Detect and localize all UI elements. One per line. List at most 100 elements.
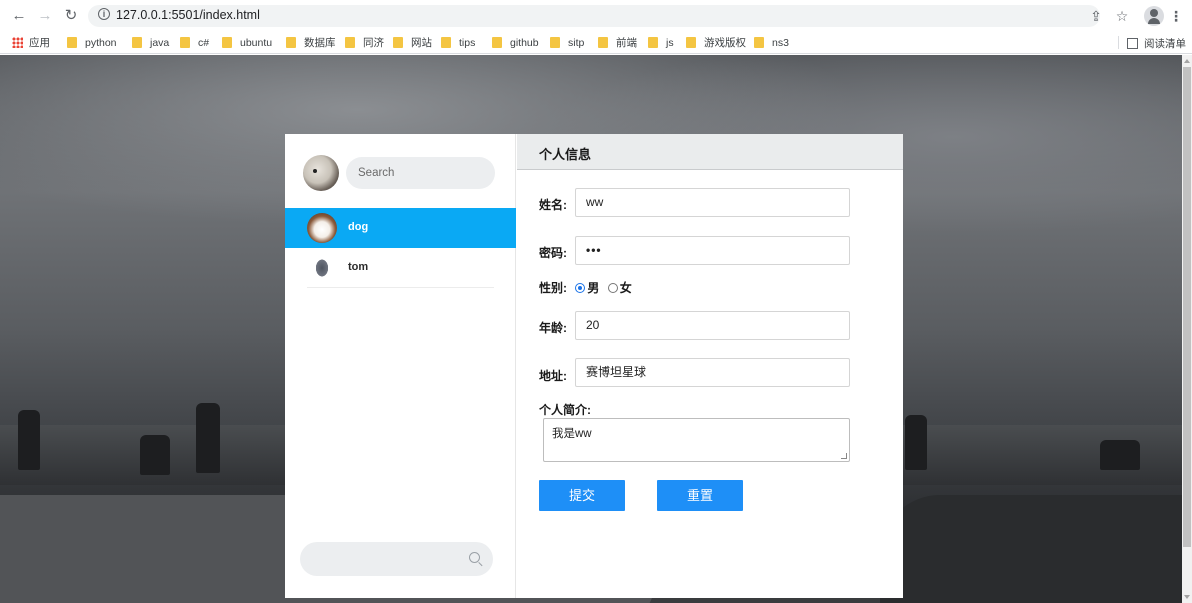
bookmark-item[interactable]: tips — [441, 36, 475, 50]
bookmark-item[interactable]: github — [492, 36, 539, 50]
age-label: 年龄: — [539, 321, 567, 335]
forward-arrow-icon[interactable]: → — [36, 7, 54, 25]
url-text[interactable]: 127.0.0.1:5501/index.html — [116, 8, 260, 22]
scroll-up-icon[interactable] — [1184, 59, 1190, 63]
address-field[interactable]: 赛博坦星球 — [575, 358, 850, 387]
background-person — [1100, 440, 1140, 470]
bookmark-item[interactable]: python — [67, 36, 117, 50]
menu-kebab-icon[interactable]: ⋮ — [1166, 6, 1186, 26]
folder-icon — [598, 37, 608, 48]
profile-header: 个人信息 — [517, 134, 903, 170]
folder-icon — [686, 37, 696, 48]
bookmark-item[interactable]: ns3 — [754, 36, 789, 50]
bookmark-item[interactable]: 游戏版权 — [686, 36, 746, 50]
bookmark-label: 前端 — [616, 37, 637, 49]
background-person — [140, 435, 170, 475]
gender-label: 性别: — [539, 281, 567, 295]
bookmark-label: ubuntu — [240, 37, 273, 49]
radio-female-label[interactable]: 女 — [620, 281, 632, 295]
bookmark-item[interactable]: 前端 — [598, 36, 637, 50]
gender-row: 性别: 男 女 — [539, 280, 632, 296]
bookmark-item[interactable]: js — [648, 36, 674, 50]
apps-grid-icon — [12, 37, 23, 48]
folder-icon — [345, 37, 355, 48]
bookmark-label: js — [666, 37, 674, 49]
scrollbar-thumb[interactable] — [1183, 67, 1191, 547]
contact-name: tom — [348, 261, 369, 273]
background-ground-right — [880, 495, 1192, 603]
browser-toolbar: ← → ↻ i 127.0.0.1:5501/index.html ⇪ ☆ ⋮ — [0, 0, 1192, 32]
folder-icon — [132, 37, 142, 48]
bookmark-item[interactable]: c# — [180, 36, 209, 50]
folder-icon — [648, 37, 658, 48]
resize-grip-icon[interactable] — [841, 453, 847, 459]
user-avatar[interactable] — [303, 155, 339, 191]
bookmark-label: sitp — [568, 37, 585, 49]
submit-button[interactable]: 提交 — [539, 480, 625, 511]
search-input[interactable] — [346, 157, 495, 189]
contacts-sidebar: dog tom — [285, 134, 516, 598]
page-scrollbar[interactable] — [1182, 55, 1192, 603]
bookmark-item[interactable]: ubuntu — [222, 36, 272, 50]
name-label: 姓名: — [539, 198, 567, 212]
folder-icon — [550, 37, 560, 48]
password-label: 密码: — [539, 246, 567, 260]
bookmark-label: java — [150, 37, 170, 49]
divider — [307, 287, 494, 288]
bookmark-item[interactable]: 同济 — [345, 36, 384, 50]
site-info-icon[interactable]: i — [98, 8, 110, 20]
password-field[interactable]: ••• — [575, 236, 850, 265]
profile-avatar-icon[interactable] — [1144, 6, 1164, 26]
bookmark-label: c# — [198, 37, 210, 49]
back-arrow-icon[interactable]: ← — [10, 7, 28, 25]
contact-name: dog — [348, 221, 369, 233]
bottom-search-box[interactable] — [300, 542, 493, 576]
bookmark-label: github — [510, 37, 539, 49]
radio-female[interactable] — [607, 283, 618, 293]
folder-icon — [286, 37, 296, 48]
background-person — [18, 410, 40, 470]
bookmark-apps[interactable]: 应用 — [12, 36, 50, 50]
page-title: 个人信息 — [539, 147, 592, 162]
bookmark-item[interactable]: java — [132, 36, 169, 50]
divider — [1118, 36, 1119, 49]
folder-icon — [222, 37, 232, 48]
name-field[interactable]: ww — [575, 188, 850, 217]
bookmark-item[interactable]: sitp — [550, 36, 584, 50]
radio-male-label[interactable]: 男 — [587, 281, 599, 295]
contact-item-dog[interactable]: dog — [285, 208, 516, 248]
folder-icon — [180, 37, 190, 48]
radio-male[interactable] — [575, 283, 586, 293]
reset-button[interactable]: 重置 — [657, 480, 743, 511]
contact-item-tom[interactable]: tom — [285, 248, 516, 288]
scroll-down-icon[interactable] — [1184, 595, 1190, 599]
bookmark-item[interactable]: 数据库 — [286, 36, 336, 50]
reading-list-label: 阅读清单 — [1144, 38, 1186, 50]
background-person — [905, 415, 927, 470]
contact-avatar — [307, 253, 337, 283]
bookmark-star-icon[interactable]: ☆ — [1112, 6, 1132, 26]
address-label: 地址: — [539, 369, 567, 383]
bookmark-label: 网站 — [411, 37, 432, 49]
age-field[interactable]: 20 — [575, 311, 850, 340]
background-person — [196, 403, 220, 473]
chat-app-panel: dog tom 个人信息 姓名: ww 密码: ••• 性别: 男 女 年龄: … — [285, 134, 903, 598]
address-bar[interactable]: i 127.0.0.1:5501/index.html — [88, 5, 1100, 27]
folder-icon — [393, 37, 403, 48]
reload-icon[interactable]: ↻ — [62, 7, 80, 25]
folder-icon — [754, 37, 764, 48]
bio-label: 个人简介: — [539, 403, 591, 417]
bio-text[interactable]: 我是ww — [552, 428, 592, 440]
bookmark-item[interactable]: 网站 — [393, 36, 432, 50]
share-icon[interactable]: ⇪ — [1086, 6, 1106, 26]
bio-textarea[interactable]: 我是ww — [543, 418, 850, 462]
bookmark-label: 同济 — [363, 37, 384, 49]
reading-list-button[interactable]: 阅读清单 — [1118, 36, 1186, 51]
bookmarks-bar: 应用 python java c# ubuntu 数据库 同济 网站 tips github sit… — [0, 32, 1192, 54]
reading-list-icon — [1127, 38, 1138, 49]
bookmark-label: tips — [459, 37, 476, 49]
bookmark-label: ns3 — [772, 37, 789, 49]
bookmark-label: python — [85, 37, 117, 49]
search-icon[interactable] — [469, 552, 480, 563]
bookmark-label: 应用 — [29, 37, 50, 49]
